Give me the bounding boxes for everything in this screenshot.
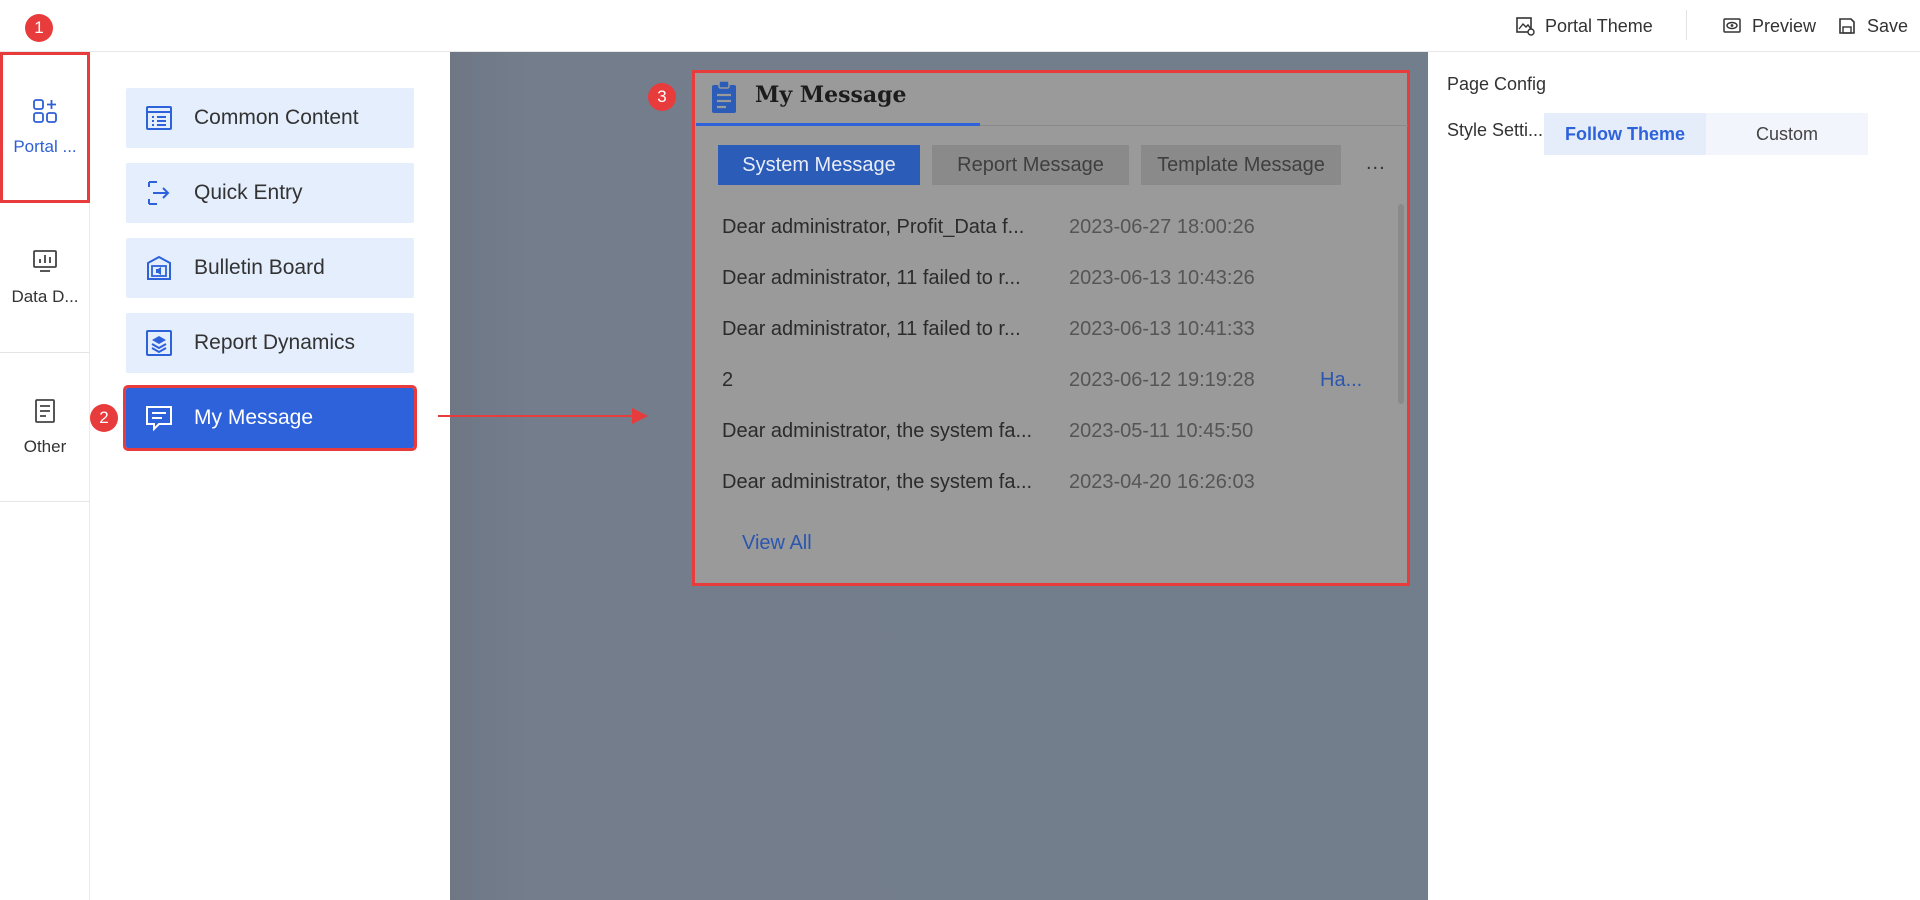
tab-template-message[interactable]: Template Message: [1141, 145, 1341, 185]
step-badge-3: 3: [648, 83, 676, 111]
list-item[interactable]: Dear administrator, the system fa... 202…: [722, 471, 1372, 499]
save-icon: [1839, 18, 1855, 34]
component-report-dynamics[interactable]: Report Dynamics: [126, 313, 414, 373]
message-date: 2023-06-12 19:19:28: [1069, 369, 1255, 391]
rail-item-data[interactable]: Data D...: [0, 202, 90, 352]
entry-icon: [148, 181, 170, 205]
step-badge-1: 1: [25, 14, 53, 42]
list-item[interactable]: Dear administrator, 11 failed to r... 20…: [722, 267, 1372, 295]
component-bulletin-board[interactable]: Bulletin Board: [126, 238, 414, 298]
grid-plus-icon: [33, 99, 57, 123]
rail-label-other: Other: [23, 437, 67, 456]
message-text: Dear administrator, 11 failed to r...: [722, 267, 1021, 289]
page-config-title: Page Config: [1447, 74, 1547, 94]
card-title: My Message: [755, 82, 907, 108]
list-item[interactable]: Dear administrator, Profit_Data f... 202…: [722, 216, 1372, 244]
component-quick-entry[interactable]: Quick Entry: [126, 163, 414, 223]
portal-theme-label: Portal Theme: [1545, 15, 1653, 36]
left-rail: Portal ... Data D... Other: [0, 52, 90, 900]
message-date: 2023-06-13 10:41:33: [1069, 318, 1255, 340]
custom-option[interactable]: Custom: [1706, 113, 1868, 155]
message-text: Dear administrator, the system fa...: [722, 420, 1033, 442]
component-my-message[interactable]: My Message: [123, 385, 417, 451]
top-bar: Portal Theme Preview Save: [0, 0, 1920, 52]
clipboard-icon: [712, 80, 736, 113]
bulletin-icon: [147, 255, 171, 280]
message-text: Dear administrator, Profit_Data f...: [722, 216, 1025, 238]
chart-board-icon: [33, 250, 57, 272]
list-icon: [146, 106, 172, 130]
component-label: Quick Entry: [194, 181, 303, 204]
rail-item-portal[interactable]: Portal ...: [0, 52, 90, 202]
message-date: 2023-05-11 10:45:50: [1069, 420, 1254, 442]
toolbar-divider: [1686, 10, 1687, 40]
follow-theme-option[interactable]: Follow Theme: [1544, 113, 1706, 155]
component-label: Bulletin Board: [194, 256, 325, 279]
save-button[interactable]: Save: [1837, 12, 1908, 40]
portal-theme-button[interactable]: Portal Theme: [1515, 12, 1653, 40]
more-tabs-button[interactable]: ...: [1366, 152, 1386, 175]
rail-label-portal: Portal ...: [13, 137, 77, 156]
message-text: Dear administrator, 11 failed to r...: [722, 318, 1021, 340]
arrow-line: [438, 415, 638, 417]
component-label: Common Content: [194, 106, 359, 129]
rail-item-other[interactable]: Other: [0, 352, 90, 502]
component-label: Report Dynamics: [194, 331, 356, 354]
tab-system-message[interactable]: System Message: [718, 145, 920, 185]
style-settings-label: Style Setti...: [1447, 120, 1544, 140]
message-date: 2023-06-13 10:43:26: [1069, 267, 1255, 289]
theme-icon: [1516, 17, 1535, 36]
message-text: 2: [722, 369, 734, 391]
component-label: My Message: [194, 406, 314, 429]
rail-label-data: Data D...: [11, 287, 79, 306]
component-common-content[interactable]: Common Content: [126, 88, 414, 148]
message-icon: [146, 406, 172, 432]
preview-button[interactable]: Preview: [1722, 12, 1816, 40]
save-label: Save: [1867, 15, 1909, 36]
tab-report-message[interactable]: Report Message: [932, 145, 1129, 185]
message-action-link[interactable]: Ha...: [1320, 369, 1362, 392]
view-all-link[interactable]: View All: [742, 532, 812, 555]
document-icon: [35, 399, 55, 423]
step-badge-2: 2: [90, 404, 118, 432]
preview-label: Preview: [1752, 15, 1817, 36]
rail-divider: [0, 501, 90, 502]
message-scrollbar[interactable]: [1398, 204, 1404, 404]
layers-icon: [146, 330, 172, 356]
list-item[interactable]: Dear administrator, 11 failed to r... 20…: [722, 318, 1372, 346]
arrow-head: [632, 408, 648, 424]
message-date: 2023-04-20 16:26:03: [1069, 471, 1255, 493]
list-item[interactable]: Dear administrator, the system fa... 202…: [722, 420, 1372, 448]
card-title-underline: [696, 123, 980, 126]
message-date: 2023-06-27 18:00:26: [1069, 216, 1255, 238]
list-item[interactable]: 2 2023-06-12 19:19:28 Ha...: [722, 369, 1372, 397]
preview-eye-icon: [1723, 18, 1741, 33]
message-text: Dear administrator, the system fa...: [722, 471, 1033, 493]
